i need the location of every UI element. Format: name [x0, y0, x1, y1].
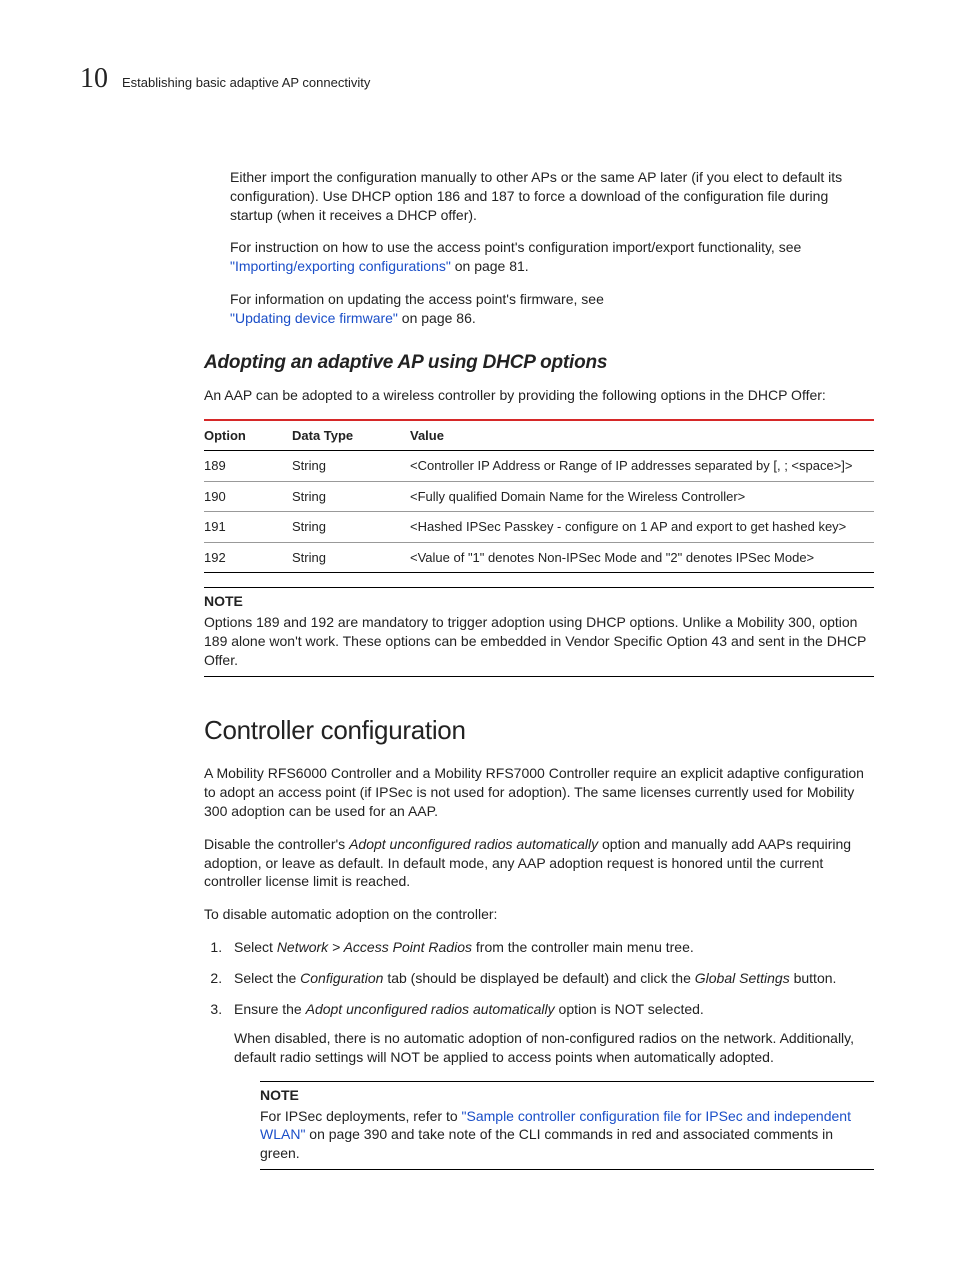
text: on page 81.	[451, 258, 529, 274]
ui-term: Adopt unconfigured radios automatically	[349, 836, 598, 852]
table-row: 191 String <Hashed IPSec Passkey - confi…	[204, 512, 874, 543]
step-item: Select the Configuration tab (should be …	[226, 969, 874, 988]
note-heading: NOTE	[204, 592, 874, 611]
page-header: 10 Establishing basic adaptive AP connec…	[80, 60, 874, 98]
cell-option: 189	[204, 451, 292, 482]
cell-option: 192	[204, 542, 292, 573]
text: on page 86.	[398, 310, 476, 326]
paragraph: An AAP can be adopted to a wireless cont…	[204, 386, 874, 405]
paragraph: For information on updating the access p…	[230, 290, 874, 328]
text: Ensure the	[234, 1001, 306, 1017]
text: For IPSec deployments, refer to	[260, 1108, 462, 1124]
note-block: NOTE Options 189 and 192 are mandatory t…	[204, 587, 874, 677]
xref-link[interactable]: "Updating device firmware"	[230, 310, 398, 326]
note-block: NOTE For IPSec deployments, refer to "Sa…	[260, 1081, 874, 1171]
text: For information on updating the access p…	[230, 291, 604, 307]
paragraph: Disable the controller's Adopt unconfigu…	[204, 835, 874, 892]
table-header-row: Option Data Type Value	[204, 420, 874, 451]
ui-term: Network > Access Point Radios	[277, 939, 472, 955]
cell-datatype: String	[292, 512, 410, 543]
cell-value: <Value of "1" denotes Non-IPSec Mode and…	[410, 542, 874, 573]
note-heading: NOTE	[260, 1086, 874, 1105]
step-item: Select Network > Access Point Radios fro…	[226, 938, 874, 957]
cell-value: <Hashed IPSec Passkey - configure on 1 A…	[410, 512, 874, 543]
paragraph: A Mobility RFS6000 Controller and a Mobi…	[204, 764, 874, 821]
table-row: 189 String <Controller IP Address or Ran…	[204, 451, 874, 482]
heading-controller-config: Controller configuration	[204, 713, 874, 748]
table-row: 190 String <Fully qualified Domain Name …	[204, 481, 874, 512]
cell-value: <Controller IP Address or Range of IP ad…	[410, 451, 874, 482]
paragraph: For instruction on how to use the access…	[230, 238, 874, 276]
xref-link[interactable]: "Importing/exporting configurations"	[230, 258, 451, 274]
table-row: 192 String <Value of "1" denotes Non-IPS…	[204, 542, 874, 573]
note-body: Options 189 and 192 are mandatory to tri…	[204, 613, 874, 670]
dhcp-options-table: Option Data Type Value 189 String <Contr…	[204, 419, 874, 574]
paragraph: Either import the configuration manually…	[230, 168, 874, 225]
ui-term: Configuration	[300, 970, 383, 986]
text: Select the	[234, 970, 300, 986]
cell-value: <Fully qualified Domain Name for the Wir…	[410, 481, 874, 512]
text: Disable the controller's	[204, 836, 349, 852]
subheading-adopting: Adopting an adaptive AP using DHCP optio…	[204, 350, 874, 376]
cell-option: 191	[204, 512, 292, 543]
col-header-option: Option	[204, 420, 292, 451]
step-extra-text: When disabled, there is no automatic ado…	[234, 1029, 874, 1067]
cell-datatype: String	[292, 481, 410, 512]
text: from the controller main menu tree.	[472, 939, 694, 955]
col-header-value: Value	[410, 420, 874, 451]
steps-list: Select Network > Access Point Radios fro…	[204, 938, 874, 1066]
cell-datatype: String	[292, 451, 410, 482]
ui-term: Adopt unconfigured radios automatically	[306, 1001, 555, 1017]
ui-term: Global Settings	[695, 970, 790, 986]
cell-option: 190	[204, 481, 292, 512]
chapter-title: Establishing basic adaptive AP connectiv…	[122, 74, 370, 92]
col-header-datatype: Data Type	[292, 420, 410, 451]
cell-datatype: String	[292, 542, 410, 573]
text: option is NOT selected.	[555, 1001, 704, 1017]
step-item: Ensure the Adopt unconfigured radios aut…	[226, 1000, 874, 1067]
chapter-number: 10	[80, 60, 108, 98]
text: button.	[790, 970, 837, 986]
text: tab (should be displayed be default) and…	[383, 970, 694, 986]
text: For instruction on how to use the access…	[230, 239, 801, 255]
note-body: For IPSec deployments, refer to "Sample …	[260, 1107, 874, 1164]
paragraph: To disable automatic adoption on the con…	[204, 905, 874, 924]
text: on page 390 and take note of the CLI com…	[260, 1126, 833, 1161]
text: Select	[234, 939, 277, 955]
